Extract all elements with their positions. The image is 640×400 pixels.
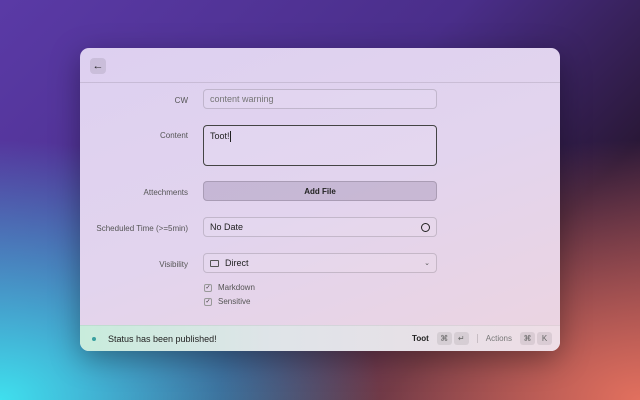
clock-icon xyxy=(421,222,430,232)
scheduled-value: No Date xyxy=(210,222,244,232)
arrow-left-icon: ← xyxy=(92,60,104,72)
add-file-button[interactable]: Add File xyxy=(203,181,437,201)
back-button[interactable]: ← xyxy=(90,58,106,74)
status-dot-icon xyxy=(92,336,96,341)
attachments-label: Attechments xyxy=(143,188,188,197)
action-bar: Status has been published! Toot ⌘ ↵ Actio… xyxy=(80,325,560,351)
check-icon: ✓ xyxy=(204,297,212,306)
content-label: Content xyxy=(159,131,188,140)
envelope-icon xyxy=(210,259,219,267)
divider xyxy=(476,334,478,343)
actions-button[interactable]: Actions xyxy=(486,334,512,343)
chevron-down-icon: ⌄ xyxy=(424,260,430,267)
k-key: K xyxy=(537,332,552,345)
visibility-value: Direct xyxy=(225,258,249,268)
markdown-checkbox[interactable]: ✓ Markdown xyxy=(204,283,255,292)
content-text: Toot! xyxy=(210,131,230,141)
scheduled-time-picker[interactable]: No Date xyxy=(203,217,437,237)
header: ← xyxy=(80,48,560,83)
sensitive-label: Sensitive xyxy=(218,297,251,306)
sensitive-checkbox[interactable]: ✓ Sensitive xyxy=(204,297,250,306)
visibility-label: Visibility xyxy=(159,260,188,269)
toot-action[interactable]: Toot xyxy=(412,334,429,343)
enter-key: ↵ xyxy=(453,332,469,345)
command-key: ⌘ xyxy=(436,332,452,345)
check-icon: ✓ xyxy=(204,283,212,292)
scheduled-label: Scheduled Time (>=5min) xyxy=(96,224,188,233)
cw-label: CW xyxy=(174,96,188,105)
command-key: ⌘ xyxy=(520,332,535,345)
cw-input[interactable] xyxy=(203,89,437,109)
status-message: Status has been published! xyxy=(108,333,217,344)
visibility-dropdown[interactable]: Direct ⌄ xyxy=(203,253,437,273)
markdown-label: Markdown xyxy=(218,283,255,292)
compose-window: ← CW Content Toot! Attechments Add File … xyxy=(80,48,560,351)
content-textarea[interactable]: Toot! xyxy=(203,125,437,166)
